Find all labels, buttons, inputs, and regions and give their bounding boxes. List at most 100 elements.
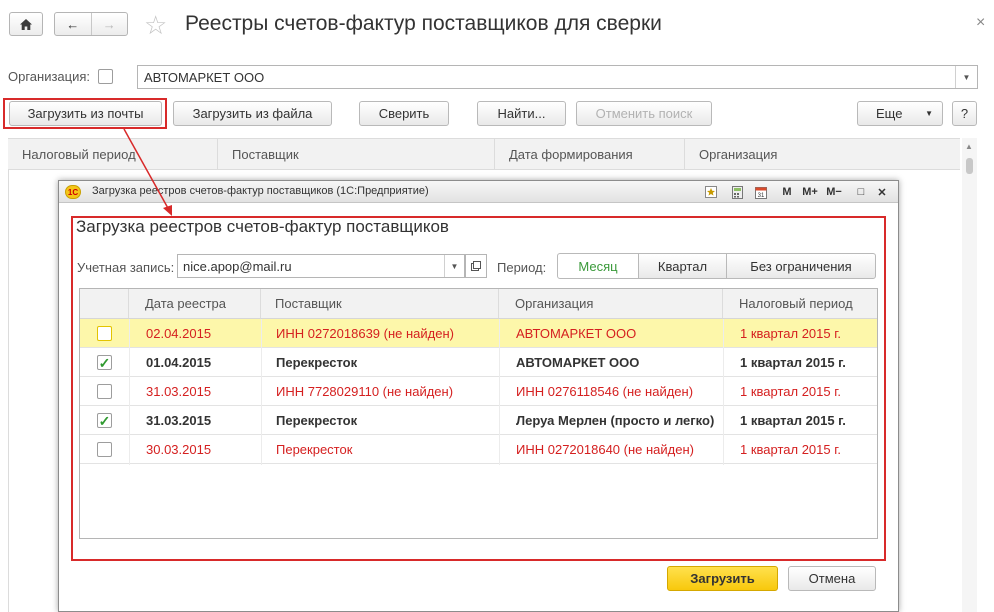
scroll-up-icon[interactable]: ▲ [965, 142, 973, 151]
account-value: nice.apop@mail.ru [183, 259, 292, 274]
1c-logo-icon: 1С [65, 185, 81, 199]
chevron-down-icon[interactable]: ▼ [955, 66, 977, 88]
table-row[interactable]: ✓ 31.03.2015 Перекресток Леруа Мерлен (прос… [80, 406, 877, 435]
favorite-star-icon[interactable]: ☆ [144, 10, 167, 40]
column-header[interactable]: Дата формирования [495, 139, 685, 169]
cell-org: АВТОМАРКЕТ ООО [516, 354, 640, 370]
account-field[interactable]: nice.apop@mail.ru ▼ [177, 254, 465, 278]
account-label: Учетная запись: [77, 260, 175, 275]
memory-minus-button[interactable]: M− [825, 184, 843, 200]
cell-period: 1 квартал 2015 г. [740, 325, 841, 341]
table-row[interactable]: ✓ 01.04.2015 Перекресток АВТОМАРКЕТ ООО 1 кв… [80, 348, 877, 377]
column-header[interactable]: Дата реестра [129, 289, 261, 318]
cell-supplier: ИНН 0272018639 (не найден) [276, 325, 454, 341]
column-header[interactable]: Налоговый период [723, 289, 877, 318]
cell-date: 30.03.2015 [146, 441, 212, 457]
cell-period: 1 квартал 2015 г. [740, 383, 841, 399]
load-registers-dialog: 1С Загрузка реестров счетов-фактур поста… [58, 180, 899, 612]
cell-date: 31.03.2015 [146, 383, 212, 399]
more-dropdown-icon: ▼ [925, 109, 933, 118]
period-quarter-button[interactable]: Квартал [638, 253, 727, 279]
table-row[interactable]: 02.04.2015 ИНН 0272018639 (не найден) АВТО… [80, 319, 877, 348]
column-header[interactable]: Организация [685, 139, 960, 169]
forward-button[interactable]: → [90, 13, 128, 35]
cancel-button[interactable]: Отмена [788, 566, 876, 591]
cell-period: 1 квартал 2015 г. [740, 441, 841, 457]
cell-date: 31.03.2015 [146, 412, 212, 428]
cell-date: 01.04.2015 [146, 354, 212, 370]
scrollbar-thumb[interactable] [966, 158, 973, 174]
org-value: АВТОМАРКЕТ ООО [144, 70, 265, 85]
row-checkbox[interactable]: ✓ [97, 413, 112, 428]
home-icon [20, 18, 32, 30]
back-arrow-icon: ← [66, 16, 80, 32]
page-title: Реестры счетов-фактур поставщиков для св… [185, 12, 662, 35]
find-button[interactable]: Найти... [477, 101, 566, 126]
table-row[interactable]: 30.03.2015 Перекресток ИНН 0272018640 (не … [80, 435, 877, 464]
cell-period: 1 квартал 2015 г. [740, 354, 846, 370]
cell-date: 02.04.2015 [146, 325, 212, 341]
close-icon[interactable]: × [976, 14, 985, 32]
checkbox-column-header [80, 289, 129, 318]
row-checkbox[interactable] [97, 326, 112, 341]
column-separator [261, 319, 262, 465]
dialog-titlebar: 1С Загрузка реестров счетов-фактур поста… [59, 181, 898, 203]
favorite-icon[interactable] [704, 184, 718, 200]
cell-supplier: Перекресток [276, 354, 358, 370]
org-label: Организация: [8, 69, 91, 84]
checkmark-icon: ✓ [98, 354, 111, 371]
cell-org: ИНН 0272018640 (не найден) [516, 441, 694, 457]
more-button[interactable]: Еще ▼ [857, 101, 943, 126]
cell-org: Леруа Мерлен (просто и легко) [516, 412, 715, 428]
column-header[interactable]: Налоговый период [8, 139, 218, 169]
cell-supplier: Перекресток [276, 441, 353, 457]
open-account-button[interactable] [465, 254, 487, 278]
period-month-button[interactable]: Месяц [557, 253, 639, 279]
svg-text:31: 31 [758, 193, 765, 199]
memory-m-button[interactable]: M [781, 184, 793, 200]
org-checkbox[interactable] [98, 69, 113, 84]
column-header[interactable]: Поставщик [261, 289, 499, 318]
open-icon [471, 261, 481, 271]
calendar-icon[interactable]: 31 [754, 184, 768, 200]
memory-plus-button[interactable]: M+ [801, 184, 819, 200]
dialog-close-icon[interactable]: ✕ [876, 184, 888, 200]
column-header[interactable]: Поставщик [218, 139, 495, 169]
back-button[interactable]: ← [55, 13, 91, 35]
load-from-file-button[interactable]: Загрузить из файла [173, 101, 332, 126]
org-field[interactable]: АВТОМАРКЕТ ООО ▼ [137, 65, 978, 89]
highlight-frame [3, 98, 167, 129]
compare-button[interactable]: Сверить [359, 101, 449, 126]
dialog-title: Загрузка реестров счетов-фактур поставщи… [92, 185, 429, 197]
cancel-search-button[interactable]: Отменить поиск [576, 101, 712, 126]
registers-table: Дата реестра Поставщик Организация Налог… [79, 288, 878, 539]
column-separator [723, 319, 724, 465]
cell-org: ИНН 0276118546 (не найден) [516, 383, 694, 399]
chevron-down-icon[interactable]: ▼ [444, 255, 464, 277]
column-separator [129, 319, 130, 465]
home-button[interactable] [9, 12, 43, 36]
help-button[interactable]: ? [952, 101, 977, 126]
load-button[interactable]: Загрузить [667, 566, 778, 591]
calculator-icon[interactable] [730, 184, 744, 200]
cell-period: 1 квартал 2015 г. [740, 412, 846, 428]
cell-supplier: ИНН 7728029110 (не найден) [276, 383, 454, 399]
maximize-icon[interactable]: □ [855, 184, 867, 200]
row-checkbox[interactable] [97, 442, 112, 457]
table-border [8, 170, 9, 612]
more-label: Еще [876, 106, 903, 121]
period-unlimited-button[interactable]: Без ограничения [726, 253, 876, 279]
period-label: Период: [497, 260, 547, 275]
cell-org: АВТОМАРКЕТ ООО [516, 325, 637, 341]
nav-group: ← → [54, 12, 128, 36]
main-table-header: Налоговый период Поставщик Дата формиров… [8, 138, 960, 170]
scrollbar[interactable]: ▲ [962, 138, 977, 612]
column-separator [499, 319, 500, 465]
table-row[interactable]: 31.03.2015 ИНН 7728029110 (не найден) ИНН … [80, 377, 877, 406]
table-header: Дата реестра Поставщик Организация Налог… [80, 289, 877, 319]
app-window: ← → ☆ Реестры счетов-фактур поставщиков … [0, 0, 994, 612]
column-header[interactable]: Организация [499, 289, 723, 318]
dialog-heading: Загрузка реестров счетов-фактур поставщи… [76, 217, 449, 236]
row-checkbox[interactable]: ✓ [97, 355, 112, 370]
row-checkbox[interactable] [97, 384, 112, 399]
